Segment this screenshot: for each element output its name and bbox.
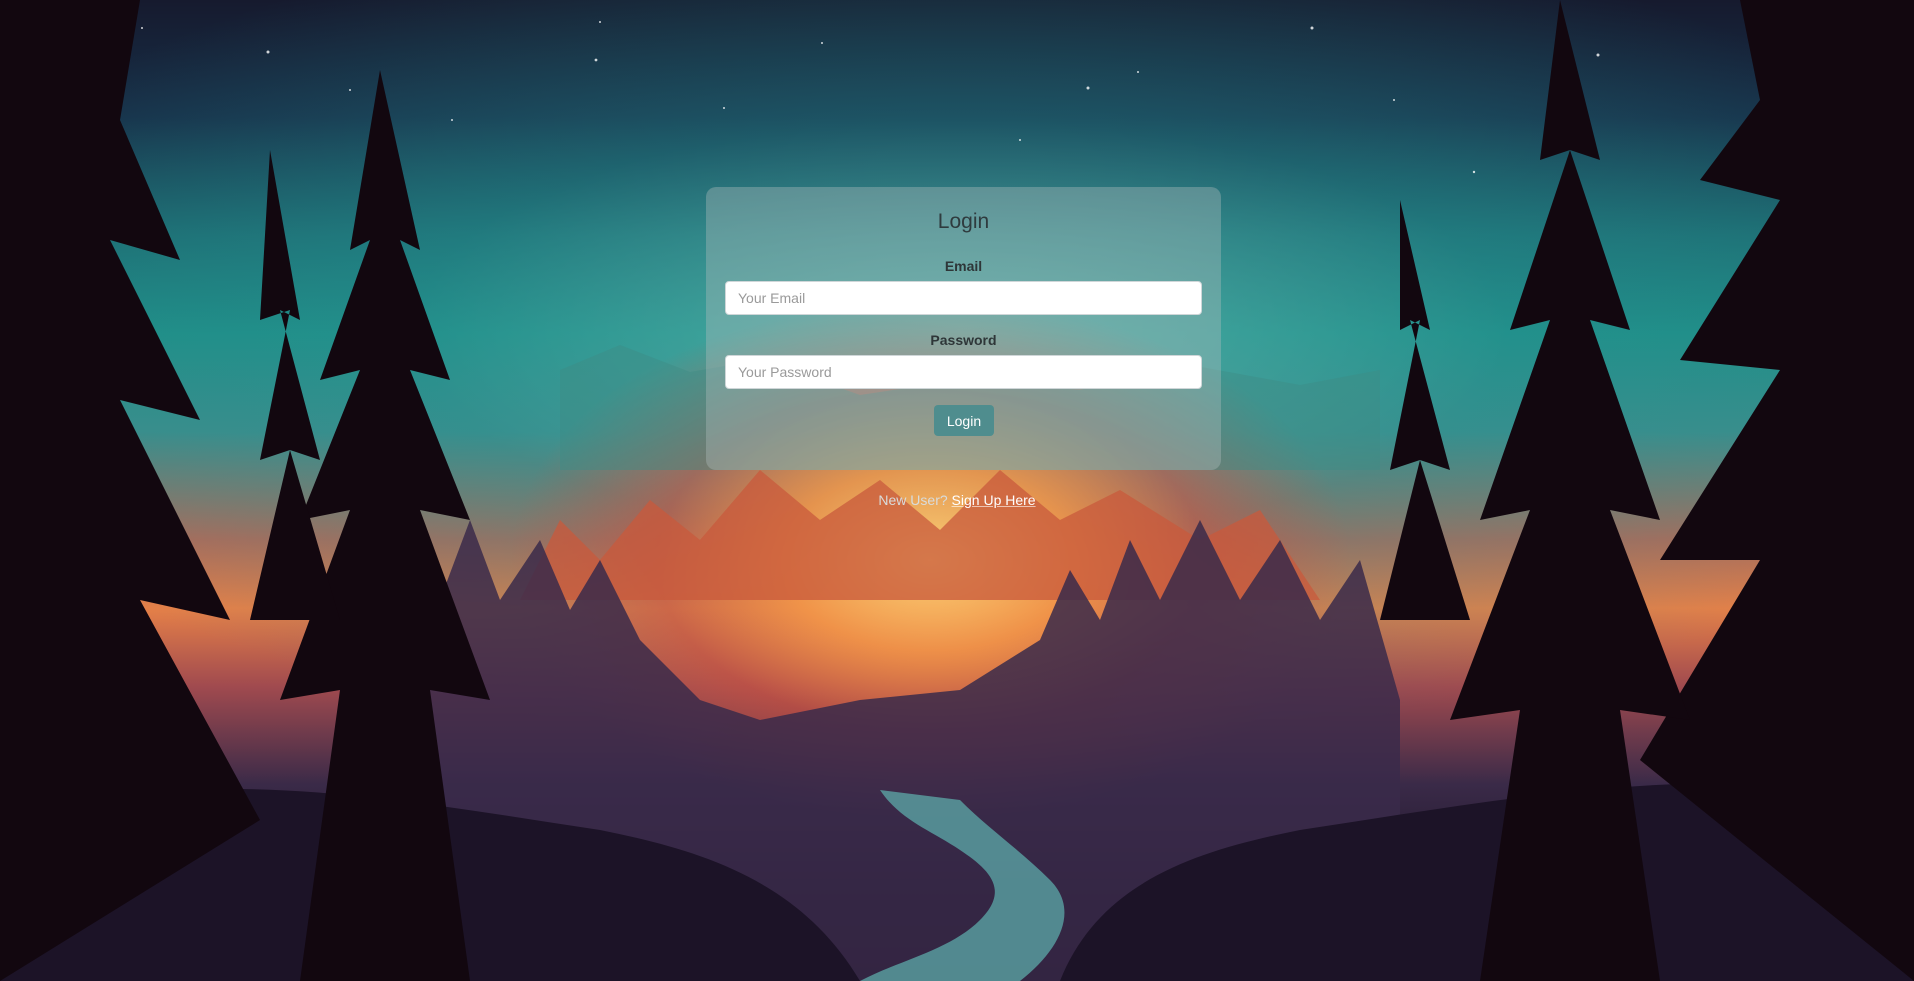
signup-row: New User? Sign Up Here (0, 492, 1914, 508)
signup-link[interactable]: Sign Up Here (952, 492, 1036, 508)
stars (141, 21, 1600, 174)
password-input[interactable] (725, 355, 1202, 389)
background-illustration (0, 0, 1914, 981)
email-input[interactable] (725, 281, 1202, 315)
forest-scene (0, 0, 1914, 981)
login-card: Login Email Password Login (706, 187, 1221, 470)
email-label: Email (944, 258, 983, 274)
password-label: Password (930, 332, 997, 348)
login-button[interactable]: Login (934, 405, 994, 436)
signup-prompt: New User? (878, 492, 948, 508)
login-title: Login (937, 210, 990, 233)
